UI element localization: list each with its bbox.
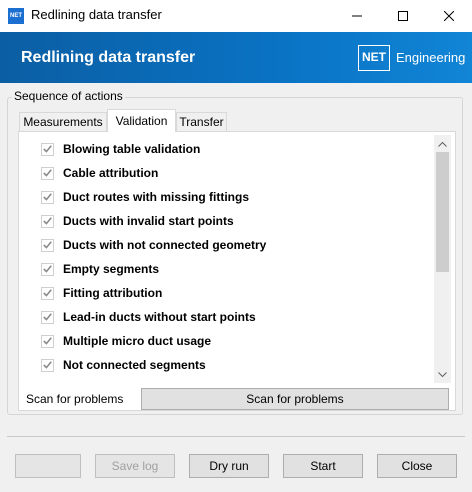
footer-divider	[7, 436, 465, 437]
checkbox[interactable]	[41, 262, 54, 276]
maximize-icon	[398, 11, 408, 21]
group-label: Sequence of actions	[12, 89, 125, 103]
checkbox[interactable]	[41, 358, 54, 372]
checkmark-icon	[43, 337, 52, 345]
checkmark-icon	[43, 289, 52, 297]
checkmark-icon	[43, 241, 52, 249]
checklist-item[interactable]: Ducts with not connected geometry	[41, 235, 266, 255]
dry-run-button[interactable]: Dry run	[189, 454, 269, 478]
banner-title: Redlining data transfer	[21, 49, 196, 66]
close-window-button[interactable]	[426, 0, 472, 32]
checklist-item-label: Empty segments	[63, 262, 160, 276]
checkmark-icon	[43, 193, 52, 201]
checklist-item-label: Cable attribution	[63, 166, 159, 180]
checkbox[interactable]	[41, 214, 54, 228]
scan-for-problems-button[interactable]: Scan for problems	[141, 388, 449, 410]
scroll-up-button[interactable]	[434, 135, 451, 152]
checklist-item-label: Fitting attribution	[63, 286, 163, 300]
checklist-item[interactable]: Blowing table validation	[41, 139, 200, 159]
tab-measurements[interactable]: Measurements	[19, 112, 107, 131]
app-icon: NET	[8, 8, 24, 24]
checkbox[interactable]	[41, 286, 54, 300]
checkmark-icon	[43, 145, 52, 153]
maximize-button[interactable]	[380, 0, 426, 32]
title-bar: NET Redlining data transfer	[0, 0, 472, 32]
checklist-item-label: Duct routes with missing fittings	[63, 190, 250, 204]
header-banner: Redlining data transfer NET Engineering	[0, 32, 472, 83]
checkbox[interactable]	[41, 238, 54, 252]
scan-label: Scan for problems	[26, 392, 124, 406]
scroll-down-button[interactable]	[434, 366, 451, 383]
checklist-item[interactable]: Ducts with invalid start points	[41, 211, 234, 231]
checkbox[interactable]	[41, 310, 54, 324]
validation-checklist: Blowing table validation Cable attributio…	[22, 135, 433, 381]
checklist-item[interactable]: Fitting attribution	[41, 283, 162, 303]
start-button[interactable]: Start	[283, 454, 363, 478]
checkbox[interactable]	[41, 142, 54, 156]
chevron-up-icon	[438, 141, 447, 147]
checklist-item[interactable]: Empty segments	[41, 259, 159, 279]
checklist-item-label: Lead-in ducts without start points	[63, 310, 256, 324]
close-icon	[444, 11, 454, 21]
checklist-item[interactable]: Cable attribution	[41, 163, 158, 183]
checklist-item[interactable]: Lead-in ducts without start points	[41, 307, 256, 327]
checkmark-icon	[43, 313, 52, 321]
tab-transfer[interactable]: Transfer	[176, 112, 227, 131]
window-title: Redlining data transfer	[31, 7, 162, 22]
chevron-down-icon	[438, 371, 447, 377]
checkmark-icon	[43, 217, 52, 225]
checkmark-icon	[43, 169, 52, 177]
tab-validation[interactable]: Validation	[107, 109, 176, 132]
blank-button[interactable]	[15, 454, 81, 478]
close-button[interactable]: Close	[377, 454, 457, 478]
checkmark-icon	[43, 361, 52, 369]
checklist-item-label: Multiple micro duct usage	[63, 334, 212, 348]
save-log-button[interactable]: Save log	[95, 454, 175, 478]
checklist-item[interactable]: Not connected segments	[41, 355, 206, 375]
logo-label: Engineering	[396, 50, 466, 65]
checklist-item-label: Not connected segments	[63, 358, 206, 372]
checklist-item[interactable]: Multiple micro duct usage	[41, 331, 211, 351]
checklist-item[interactable]: Duct routes with missing fittings	[41, 187, 249, 207]
vertical-scrollbar[interactable]	[434, 135, 451, 383]
checkmark-icon	[43, 265, 52, 273]
scroll-thumb[interactable]	[436, 152, 449, 272]
checklist-item-label: Ducts with invalid start points	[63, 214, 234, 228]
net-logo: NET	[358, 45, 390, 71]
minimize-icon	[352, 15, 362, 17]
checkbox[interactable]	[41, 166, 54, 180]
checkbox[interactable]	[41, 190, 54, 204]
checklist-item-label: Ducts with not connected geometry	[63, 238, 267, 252]
checkbox[interactable]	[41, 334, 54, 348]
minimize-button[interactable]	[334, 0, 380, 32]
checklist-item-label: Blowing table validation	[63, 142, 201, 156]
